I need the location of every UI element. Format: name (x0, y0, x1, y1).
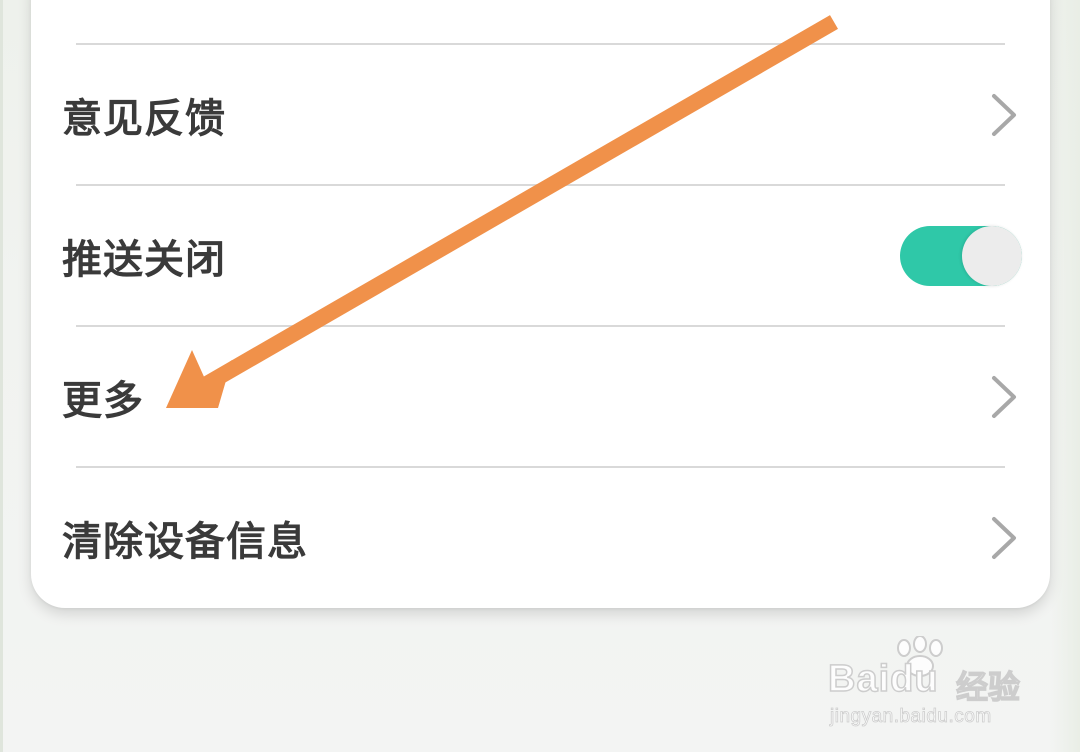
settings-item-more[interactable]: 更多 (31, 328, 1050, 466)
settings-item-label: 意见反馈 (62, 96, 226, 142)
settings-item-feedback[interactable]: 意见反馈 (31, 46, 1050, 184)
chevron-right-icon (992, 94, 1016, 136)
divider (76, 184, 1005, 186)
screen-left-edge (0, 0, 3, 752)
settings-item-push-off: 推送关闭 (31, 187, 1050, 325)
watermark-suffix: 经验 (955, 667, 1021, 706)
screen-right-edge (1050, 0, 1080, 752)
settings-item-label: 清除设备信息 (62, 519, 308, 565)
divider (76, 325, 1005, 327)
baidu-jingyan-watermark: Baidu 经验 jingyan.baidu.com (827, 636, 1028, 736)
settings-item-label: 推送关闭 (62, 237, 226, 283)
settings-item-label: 更多 (62, 378, 144, 424)
chevron-right-icon (992, 517, 1016, 559)
toggle-knob (962, 226, 1022, 286)
watermark-brand: Baidu (827, 657, 939, 701)
watermark-url: jingyan.baidu.com (830, 706, 992, 728)
chevron-right-icon (992, 376, 1016, 418)
push-toggle-switch[interactable] (900, 226, 1022, 286)
divider (76, 43, 1005, 45)
settings-item-clear-device-info[interactable]: 清除设备信息 (31, 469, 1050, 607)
divider (76, 466, 1005, 468)
